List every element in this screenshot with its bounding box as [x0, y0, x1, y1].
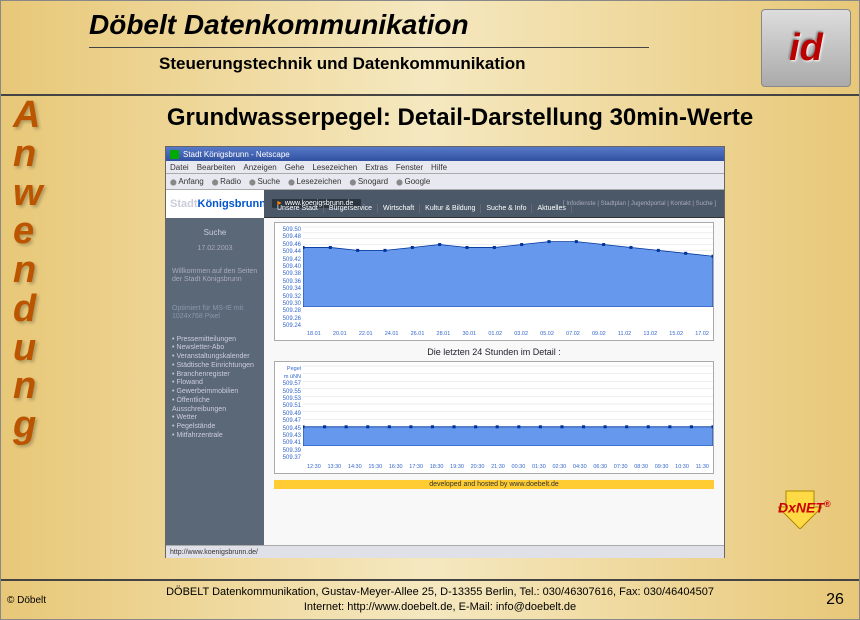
sidebar-welcome: Willkommen auf den Seiten der Stadt Köni…: [172, 268, 258, 285]
chart-top: 509.50509.48509.46509.44509.42509.40509.…: [274, 222, 714, 341]
header-rule: [89, 47, 649, 48]
chart-bottom-plot: [303, 362, 713, 446]
browser-menu: DateiBearbeitenAnzeigenGeheLesezeichenEx…: [166, 161, 724, 174]
product-badge: DxNET®: [765, 489, 835, 529]
page-number: 26: [811, 591, 859, 609]
browser-titlebar: Stadt Königsbrunn - Netscape: [166, 147, 724, 161]
sidebar-search-label: Suche: [172, 228, 258, 237]
footer-contact: DÖBELT Datenkommunikation, Gustav-Meyer-…: [69, 585, 811, 615]
footer: © Döbelt DÖBELT Datenkommunikation, Gust…: [1, 579, 859, 619]
sidebar-links: PressemitteilungenNewsletter-AboVeransta…: [172, 336, 258, 441]
product-name: DxNET®: [778, 499, 822, 516]
site-sidebar: StadtKönigsbrunn Suche 17.02.2003 Willko…: [166, 190, 264, 545]
browser-body: StadtKönigsbrunn Suche 17.02.2003 Willko…: [166, 190, 724, 545]
header: Döbelt Datenkommunikation Steuerungstech…: [1, 1, 859, 96]
logo-glyph: id: [761, 9, 851, 87]
company-subtitle: Steuerungstechnik und Datenkommunikation: [89, 54, 753, 74]
chart-top-yaxis: 509.50509.48509.46509.44509.42509.40509.…: [275, 223, 303, 330]
developed-by: developed and hosted by www.doebelt.de: [274, 480, 714, 489]
chart-subtitle: Die letzten 24 Stunden im Detail :: [274, 347, 714, 357]
chart-top-plot: [303, 223, 713, 307]
content: Grundwasserpegel: Detail-Darstellung 30m…: [1, 96, 859, 581]
chart-top-xaxis: 18.0120.0122.0124.0126.0128.0130.0101.02…: [303, 330, 713, 340]
company-title: Döbelt Datenkommunikation: [89, 9, 753, 41]
sidebar-optimized: Optimiert für MS-IE mit 1024x768 Pixel: [172, 305, 258, 322]
slide: Döbelt Datenkommunikation Steuerungstech…: [0, 0, 860, 620]
footer-copyright: © Döbelt: [1, 595, 69, 606]
browser-toolbar: AnfangRadioSucheLesezeichenSnogardGoogle: [166, 174, 724, 190]
window-title: Stadt Königsbrunn - Netscape: [183, 150, 290, 159]
netscape-icon: [170, 150, 179, 159]
navbar-top-links: [ Infodienste | Stadtplan | Jugendportal…: [563, 201, 716, 207]
browser-screenshot: Stadt Königsbrunn - Netscape DateiBearbe…: [165, 146, 725, 558]
dxnet-arrow-icon: DxNET®: [778, 489, 822, 529]
chart-area: 509.50509.48509.46509.44509.42509.40509.…: [264, 218, 724, 489]
chart-bottom-xaxis: 12:3013:3014:3015:3016:3017:3018:3019:30…: [303, 463, 713, 473]
site-main: www.koenigsbrunn.de [ Infodienste | Stad…: [264, 190, 724, 545]
site-logo: StadtKönigsbrunn: [166, 190, 264, 218]
chart-bottom: Pegel m üNN 509.57509.55509.53509.51509.…: [274, 361, 714, 473]
navbar-menu: Unsere StadtBürgerserviceWirtschaftKultu…: [272, 204, 572, 213]
browser-statusbar: http://www.koenigsbrunn.de/: [166, 545, 724, 558]
company-logo: id: [753, 1, 859, 94]
sidebar-date: 17.02.2003: [172, 245, 258, 252]
slide-title: Grundwasserpegel: Detail-Darstellung 30m…: [1, 96, 859, 138]
chart-bottom-yaxis: Pegel m üNN 509.57509.55509.53509.51509.…: [275, 362, 303, 462]
sidebar-vertical-label: Anwendung: [13, 96, 43, 445]
